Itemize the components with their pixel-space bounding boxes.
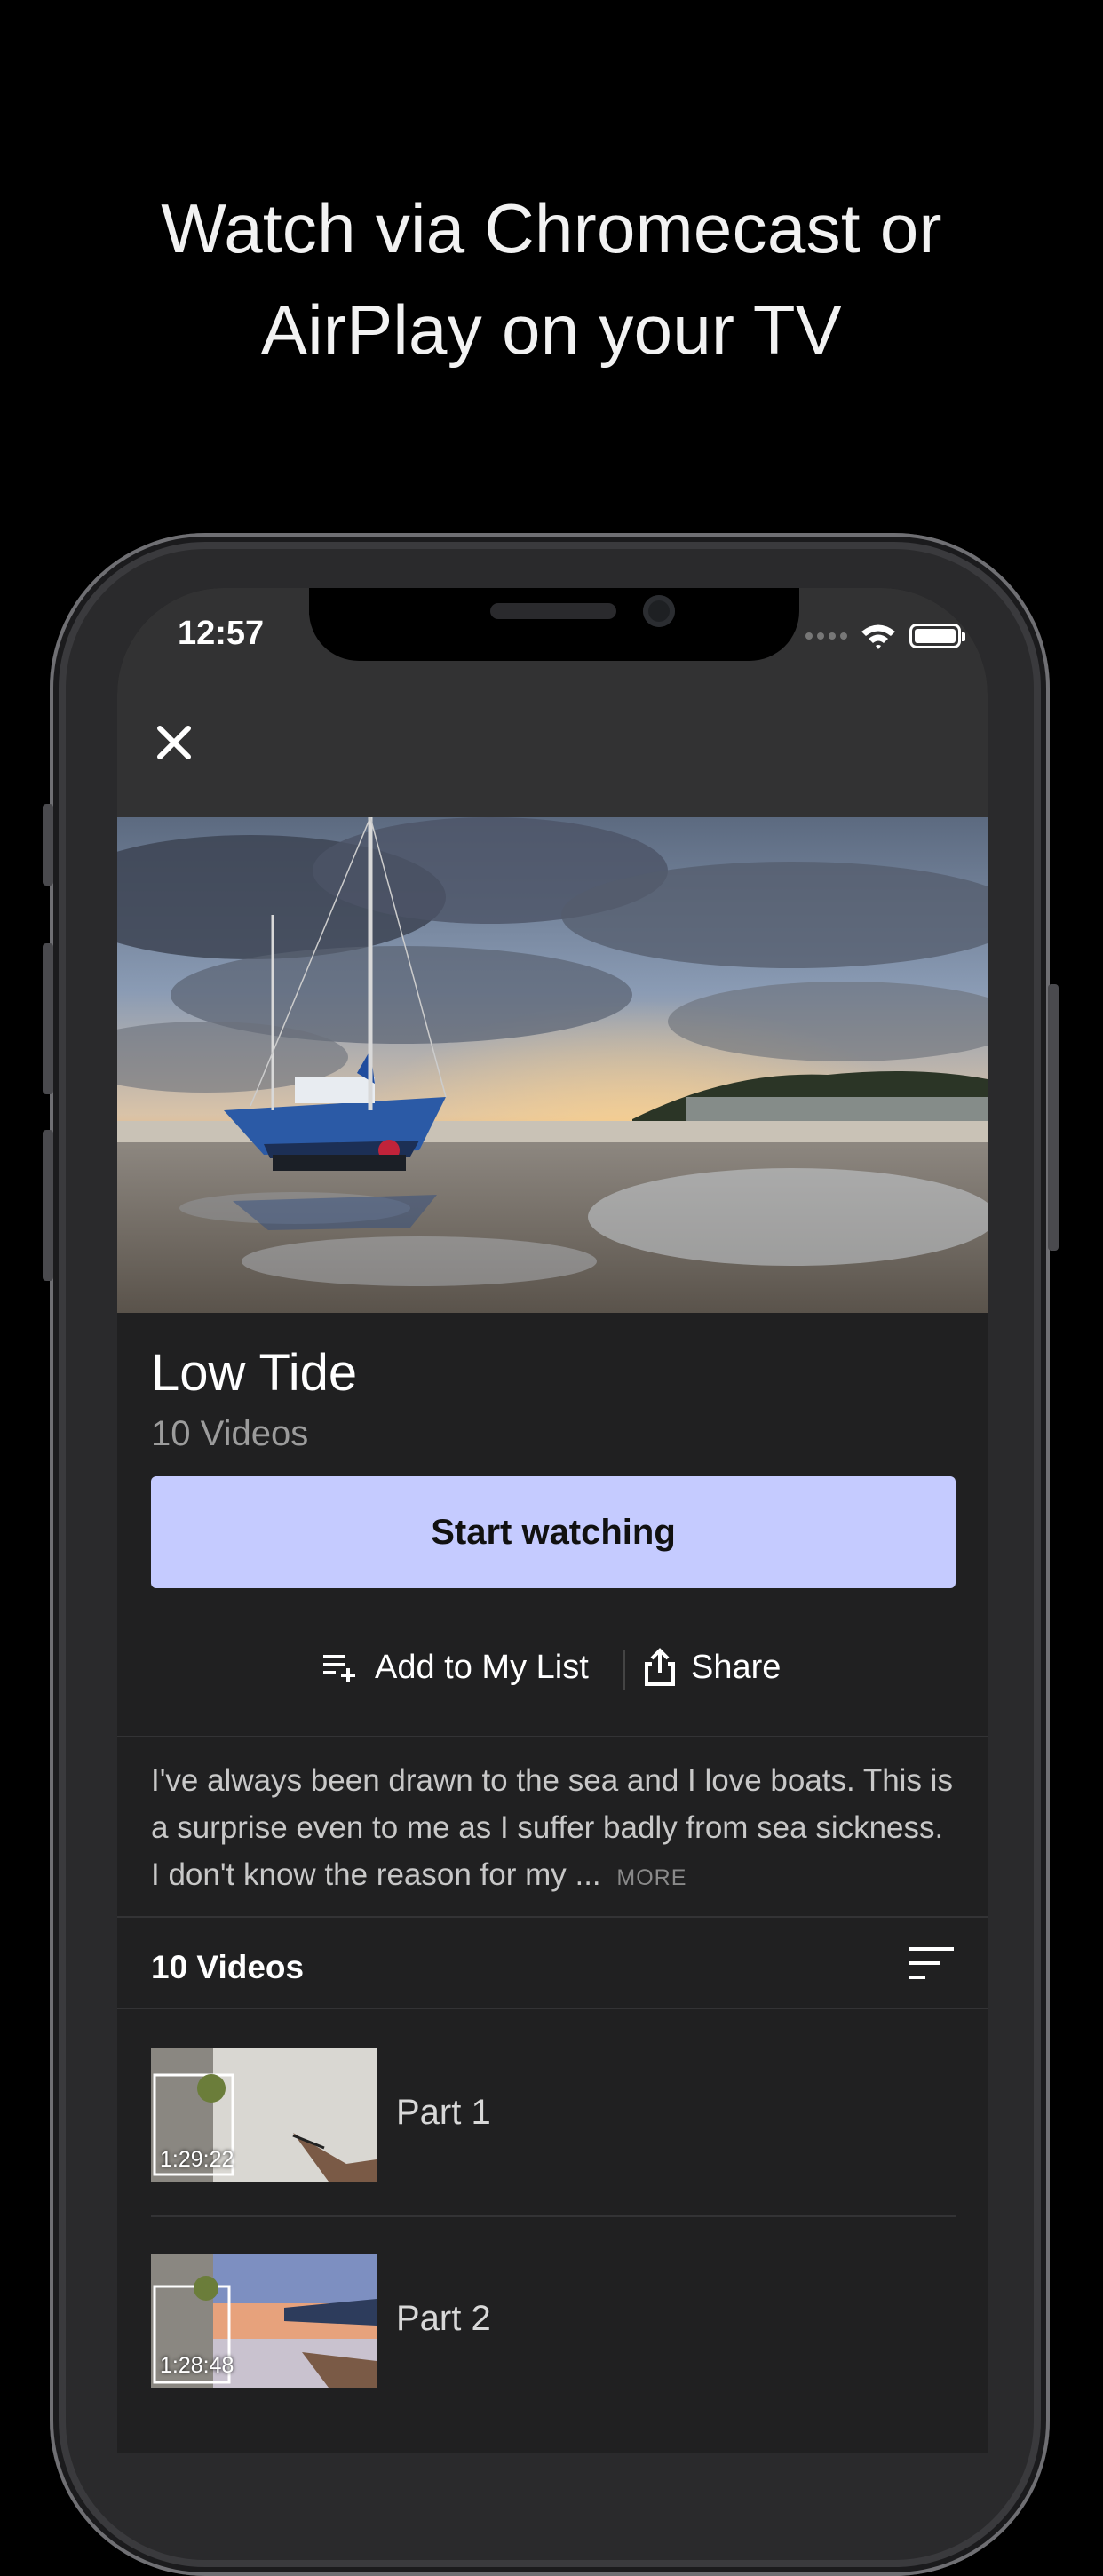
mute-switch (43, 804, 53, 886)
description-text: I've always been drawn to the sea and I … (151, 1763, 953, 1892)
nav-bar (117, 721, 988, 817)
collection-video-count: 10 Videos (151, 1414, 309, 1453)
volume-down-button (43, 1130, 53, 1281)
video-list-item[interactable]: 1:29:22 Part 1 (151, 2048, 956, 2182)
front-camera (643, 595, 675, 627)
video-duration: 1:29:22 (160, 2147, 234, 2172)
divider (117, 1916, 988, 1918)
start-watching-button[interactable]: Start watching (151, 1476, 956, 1588)
volume-up-button (43, 943, 53, 1094)
video-list-header: 10 Videos (151, 1949, 305, 1985)
video-duration: 1:28:48 (160, 2353, 234, 2378)
playlist-add-icon (323, 1655, 355, 1682)
close-icon[interactable] (147, 716, 201, 769)
headline: Watch via Chromecast or AirPlay on your … (0, 178, 1103, 380)
divider (117, 1736, 988, 1737)
action-divider (623, 1650, 625, 1690)
video-title: Part 1 (396, 2093, 491, 2132)
video-title: Part 2 (396, 2299, 491, 2338)
speaker-grille (490, 603, 616, 619)
sort-icon[interactable] (908, 1944, 956, 1983)
hero-image (117, 817, 988, 1313)
status-icons (805, 618, 965, 654)
status-time: 12:57 (178, 615, 265, 652)
wifi-icon (861, 624, 895, 649)
signal-icon (805, 632, 847, 640)
headline-line-1: Watch via Chromecast or (161, 189, 942, 267)
video-thumbnail: 1:28:48 (151, 2254, 377, 2388)
more-link[interactable]: MORE (616, 1865, 686, 1890)
divider (151, 2215, 956, 2217)
collection-title: Low Tide (151, 1344, 358, 1402)
app-screen: 12:57 Low Tide 10 Videos Start watching … (117, 588, 988, 2453)
share-label: Share (691, 1648, 782, 1686)
divider (117, 2008, 988, 2009)
share-button[interactable]: Share (643, 1636, 781, 1698)
video-list-item[interactable]: 1:28:48 Part 2 (151, 2254, 956, 2388)
collection-description: I've always been drawn to the sea and I … (151, 1757, 959, 1902)
share-icon (645, 1648, 675, 1686)
notch (309, 588, 799, 661)
power-button (1048, 984, 1059, 1251)
action-row: Add to My List Share (117, 1636, 988, 1698)
video-thumbnail: 1:29:22 (151, 2048, 377, 2182)
battery-icon (909, 624, 965, 648)
add-to-list-button[interactable]: Add to My List (321, 1636, 589, 1698)
add-to-list-label: Add to My List (375, 1648, 589, 1686)
headline-line-2: AirPlay on your TV (260, 290, 843, 369)
